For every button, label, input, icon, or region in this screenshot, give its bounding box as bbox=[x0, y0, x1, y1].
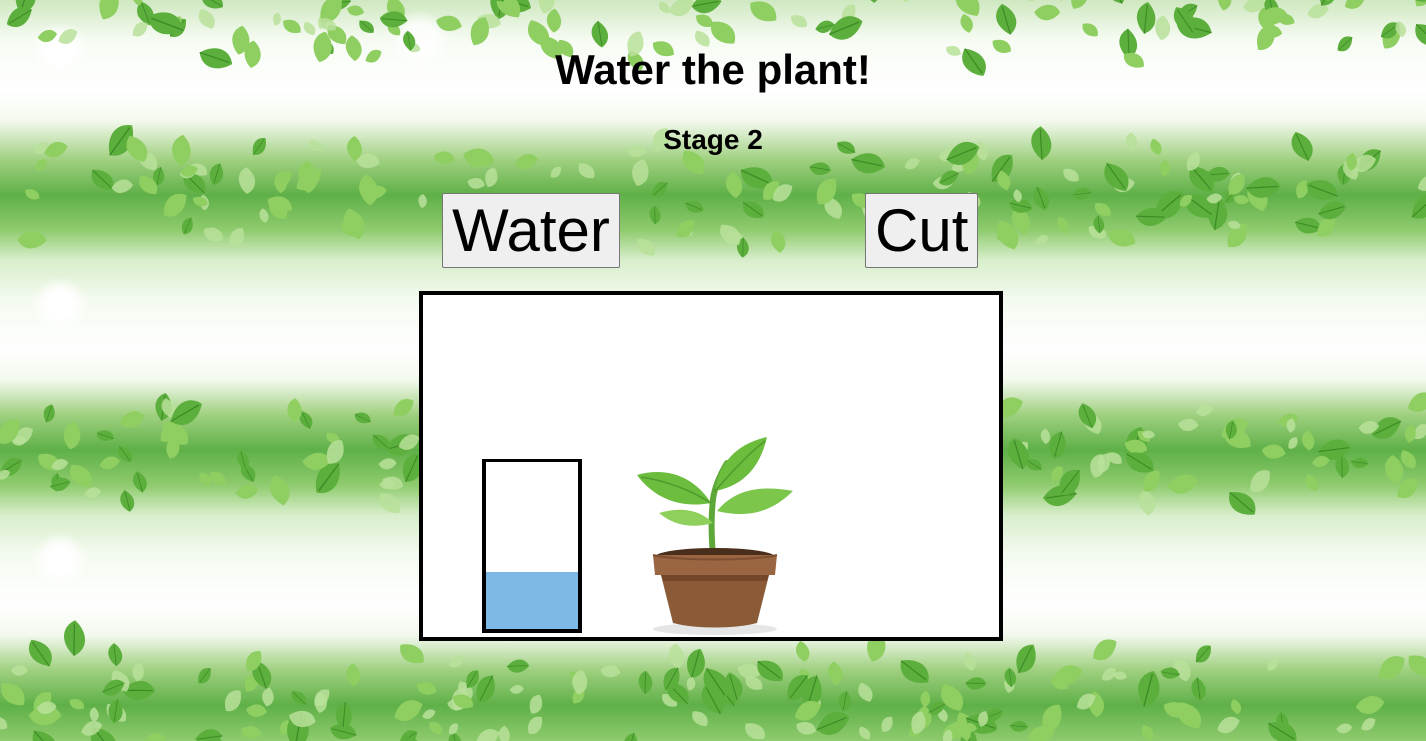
water-button[interactable]: Water bbox=[442, 193, 620, 268]
stage-label: Stage 2 bbox=[663, 124, 763, 155]
leaf-small-left bbox=[659, 509, 713, 526]
leaf-right bbox=[717, 488, 793, 515]
game-area bbox=[419, 291, 1003, 641]
potted-plant bbox=[637, 437, 793, 635]
water-glass bbox=[482, 459, 582, 633]
page-title: Water the plant! bbox=[555, 46, 871, 93]
pot-body bbox=[661, 575, 769, 628]
leaf-left bbox=[637, 472, 711, 505]
cut-button[interactable]: Cut bbox=[865, 193, 978, 268]
water-level-fill bbox=[486, 572, 578, 629]
